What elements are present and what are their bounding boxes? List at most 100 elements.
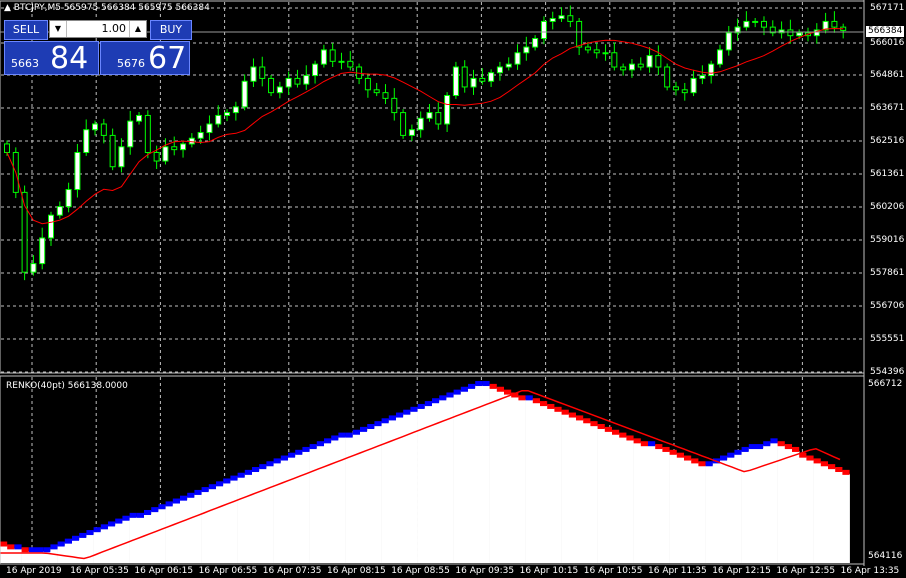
candle-body xyxy=(65,189,72,208)
sell-button[interactable]: SELL xyxy=(4,20,48,40)
ask-price-button[interactable]: 5676 67 xyxy=(100,41,190,76)
renko-brick xyxy=(252,467,260,473)
candle-body xyxy=(100,123,107,136)
renko-brick xyxy=(748,444,756,450)
price-tick-label: 556706 xyxy=(870,301,905,311)
candle-body xyxy=(250,66,257,82)
renko-brick xyxy=(475,381,483,387)
renko-brick xyxy=(352,429,360,435)
renko-brick xyxy=(648,441,656,447)
renko-brick xyxy=(309,444,317,450)
renko-fill xyxy=(770,442,778,563)
renko-fill xyxy=(792,450,800,563)
candle-body xyxy=(39,237,46,265)
renko-fill xyxy=(230,479,238,563)
time-tick-label: 16 Apr 11:35 xyxy=(648,566,707,576)
renko-fill xyxy=(813,462,822,563)
renko-brick xyxy=(504,389,512,395)
candle-body xyxy=(373,89,380,94)
lot-size-value[interactable]: 1.00 xyxy=(102,21,127,37)
candle-body xyxy=(787,29,794,37)
renko-fill xyxy=(820,465,829,563)
renko-brick xyxy=(676,452,684,458)
renko-fill xyxy=(691,462,699,563)
renko-fill xyxy=(489,387,498,563)
time-tick-label: 16 Apr 07:35 xyxy=(262,566,322,576)
renko-fill xyxy=(266,465,274,563)
renko-fill xyxy=(259,468,267,563)
time-tick-label: 16 Apr 05:35 xyxy=(70,566,129,576)
renko-brick xyxy=(691,458,699,464)
renko-fill xyxy=(7,548,15,563)
candle-body xyxy=(224,112,231,116)
price-tick-label: 563671 xyxy=(870,103,905,113)
candle-body xyxy=(699,75,706,79)
renko-fill xyxy=(676,456,685,563)
price-tick-label: 564861 xyxy=(870,70,905,80)
renko-fill xyxy=(662,450,670,563)
candle-body xyxy=(118,146,125,168)
candle-body xyxy=(655,55,662,68)
collapse-triangle-icon[interactable]: ▲ xyxy=(4,3,11,13)
renko-fill xyxy=(597,428,606,563)
time-tick-label: 16 Apr 08:15 xyxy=(327,566,386,576)
lot-increase-icon[interactable]: ▲ xyxy=(129,21,146,37)
renko-brick xyxy=(21,547,29,553)
candle-body xyxy=(338,60,345,63)
candle-body xyxy=(320,49,327,65)
renko-brick xyxy=(180,495,188,501)
time-tick-label: 16 Apr 10:55 xyxy=(583,566,643,576)
renko-brick xyxy=(842,469,850,475)
renko-fill xyxy=(302,450,310,563)
candle-body xyxy=(109,134,116,168)
renko-brick xyxy=(144,509,152,515)
renko-brick xyxy=(345,432,353,438)
renko-fill xyxy=(576,419,584,563)
renko-brick xyxy=(813,458,821,464)
renko-brick xyxy=(439,395,447,401)
time-tick-label: 16 Apr 12:15 xyxy=(712,566,771,576)
price-tick-label: 561361 xyxy=(870,169,905,179)
renko-fill xyxy=(316,445,325,563)
renko-brick xyxy=(720,455,728,461)
renko-brick xyxy=(828,464,836,470)
renko-fill xyxy=(705,465,714,563)
renko-brick xyxy=(705,461,713,467)
bid-price-button[interactable]: 5663 84 xyxy=(4,41,99,76)
candle-body xyxy=(347,60,354,68)
renko-fill xyxy=(518,399,526,563)
renko-fill xyxy=(86,534,94,563)
candle-body xyxy=(725,32,732,51)
renko-fill xyxy=(828,468,836,563)
renko-fill xyxy=(547,407,555,563)
renko-axis-top: 566712 xyxy=(868,379,903,389)
renko-fill xyxy=(180,499,188,563)
candle-body xyxy=(92,123,99,131)
candle-body xyxy=(628,63,635,71)
time-tick-label: 16 Apr 12:55 xyxy=(776,566,836,576)
renko-fill xyxy=(568,416,577,563)
renko-brick xyxy=(626,435,634,441)
candle-body xyxy=(180,143,187,151)
renko-fill xyxy=(0,545,8,563)
renko-fill xyxy=(324,442,332,563)
lot-decrease-icon[interactable]: ▼ xyxy=(50,21,67,37)
renko-fill xyxy=(799,456,807,563)
lot-size-field[interactable]: ▼ 1.00 ▲ xyxy=(49,20,147,38)
renko-brick xyxy=(331,435,339,441)
candle-body xyxy=(197,132,204,139)
renko-brick xyxy=(93,527,101,533)
renko-brick xyxy=(424,401,432,407)
renko-fill xyxy=(482,385,490,563)
renko-brick xyxy=(633,438,641,444)
renko-fill xyxy=(50,548,58,563)
renko-brick xyxy=(360,426,368,432)
renko-fill xyxy=(453,393,462,563)
buy-button[interactable]: BUY xyxy=(150,20,192,40)
renko-brick xyxy=(338,432,346,438)
candle-body xyxy=(153,151,160,162)
renko-brick xyxy=(468,383,476,389)
renko-brick xyxy=(122,515,130,521)
renko-fill xyxy=(626,439,634,563)
price-tick-label: 554396 xyxy=(870,367,905,377)
